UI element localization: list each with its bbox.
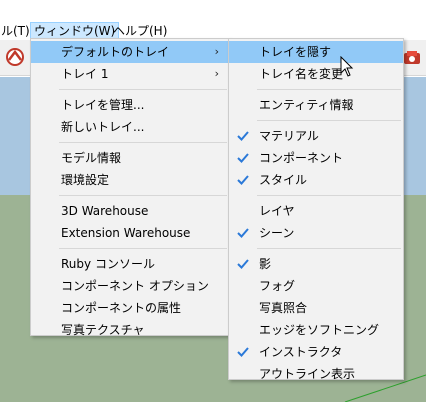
window-menu: デフォルトのトレイ › トレイ 1 › トレイを管理... 新しいトレイ... … — [30, 38, 230, 337]
checkmark-icon — [236, 222, 252, 244]
menu-separator — [59, 195, 227, 196]
chevron-right-icon: › — [214, 45, 219, 58]
menu-item-label: シーン — [259, 226, 295, 240]
menu-item-label: アウトライン表示 — [259, 367, 356, 381]
menu-item-label: トレイを隠す — [259, 45, 332, 59]
menu-item-label: 3D Warehouse — [61, 204, 149, 218]
menu-item-label: コンポーネント オプション — [61, 279, 209, 293]
menu-item-hide-tray[interactable]: トレイを隠す — [229, 41, 403, 63]
menu-item-entity-info[interactable]: エンティティ情報 — [229, 94, 403, 116]
menu-item-label: デフォルトのトレイ — [61, 45, 170, 59]
menu-item-label: コンポーネントの属性 — [61, 301, 182, 315]
menu-item-components[interactable]: コンポーネント — [229, 147, 403, 169]
menu-item-label: Ruby コンソール — [61, 257, 155, 271]
menu-item-photo-textures[interactable]: 写真テクスチャ — [31, 319, 229, 341]
menu-item-label: モデル情報 — [61, 151, 122, 165]
mouse-cursor-icon — [340, 55, 354, 78]
menu-item-preferences[interactable]: 環境設定 — [31, 169, 229, 191]
menu-item-label: エンティティ情報 — [259, 98, 354, 112]
chevron-right-icon: › — [214, 67, 219, 80]
menu-item-label: 写真照合 — [259, 301, 308, 315]
menu-item-label: Extension Warehouse — [61, 226, 191, 240]
menu-separator — [257, 89, 401, 90]
menu-item-soften-edges[interactable]: エッジをソフトニング — [229, 319, 403, 341]
menu-item-materials[interactable]: マテリアル — [229, 125, 403, 147]
checkmark-icon — [236, 147, 252, 169]
menu-item-rename-tray[interactable]: トレイ名を変更 — [229, 63, 403, 85]
menu-item-label: エッジをソフトニング — [259, 323, 380, 337]
menu-separator — [257, 195, 401, 196]
menu-item-model-info[interactable]: モデル情報 — [31, 147, 229, 169]
menu-item-label: マテリアル — [259, 129, 319, 143]
checkmark-icon — [236, 169, 252, 191]
menu-item-match-photo[interactable]: 写真照合 — [229, 297, 403, 319]
menu-item-outliner[interactable]: アウトライン表示 — [229, 363, 403, 385]
menu-separator — [59, 89, 227, 90]
menu-item-tray-1[interactable]: トレイ 1 › — [31, 63, 229, 85]
menu-item-label: コンポーネント — [259, 151, 344, 165]
menu-item-label: 影 — [259, 257, 272, 271]
menu-item-label: 環境設定 — [61, 173, 110, 187]
menu-item-label: トレイ名を変更 — [259, 67, 344, 81]
checkmark-icon — [236, 125, 252, 147]
menu-separator — [257, 248, 401, 249]
menu-item-instructor[interactable]: インストラクタ — [229, 341, 403, 363]
menu-item-3d-warehouse[interactable]: 3D Warehouse — [31, 200, 229, 222]
tray-submenu: トレイを隠す トレイ名を変更 エンティティ情報 マテリアル コンポーネント スタ… — [228, 38, 404, 381]
menu-item-label: トレイ 1 — [61, 67, 109, 81]
menu-item-label: フォグ — [259, 279, 296, 293]
checkmark-icon — [236, 341, 252, 363]
menu-item-extension-warehouse[interactable]: Extension Warehouse — [31, 222, 229, 244]
menu-item-component-options[interactable]: コンポーネント オプション — [31, 275, 229, 297]
menu-item-manage-trays[interactable]: トレイを管理... — [31, 94, 229, 116]
menu-item-label: スタイル — [259, 173, 308, 187]
menu-item-label: インストラクタ — [259, 345, 343, 359]
menu-item-component-attributes[interactable]: コンポーネントの属性 — [31, 297, 229, 319]
menu-item-ruby-console[interactable]: Ruby コンソール — [31, 253, 229, 275]
menu-item-new-tray[interactable]: 新しいトレイ... — [31, 116, 229, 138]
menu-item-scenes[interactable]: シーン — [229, 222, 403, 244]
menu-item-layers[interactable]: レイヤ — [229, 200, 403, 222]
checkmark-icon — [236, 253, 252, 275]
menu-item-label: 写真テクスチャ — [61, 323, 145, 337]
menu-item-default-tray[interactable]: デフォルトのトレイ › — [31, 41, 229, 63]
menu-item-label: 新しいトレイ... — [61, 120, 145, 134]
menu-item-label: レイヤ — [259, 204, 295, 218]
menu-item-label: トレイを管理... — [61, 98, 145, 112]
menu-item-styles[interactable]: スタイル — [229, 169, 403, 191]
menu-item-fog[interactable]: フォグ — [229, 275, 403, 297]
menu-separator — [59, 248, 227, 249]
menu-separator — [59, 142, 227, 143]
menu-item-shadows[interactable]: 影 — [229, 253, 403, 275]
menu-separator — [257, 120, 401, 121]
